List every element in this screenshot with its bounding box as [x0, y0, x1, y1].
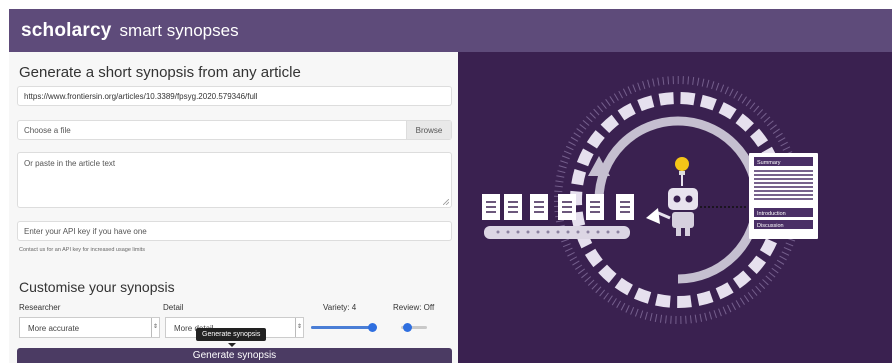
app-header: scholarcy smart synopses	[9, 9, 892, 52]
api-key-input[interactable]: Enter your API key if you have one	[17, 221, 452, 241]
resize-handle-icon[interactable]	[443, 199, 449, 205]
detail-label: Detail	[163, 303, 184, 312]
researcher-select[interactable]: More accurate ⇕	[19, 317, 160, 338]
document-icons	[482, 194, 634, 220]
researcher-chevron-icon[interactable]: ⇕	[151, 318, 159, 337]
synopsis-card: Summary Introduction Discussion	[749, 153, 818, 239]
tooltip-arrow	[228, 343, 236, 347]
card-summary-label: Summary	[757, 160, 781, 166]
file-placeholder: Choose a file	[24, 126, 71, 135]
variety-label: Variety: 4	[323, 303, 357, 312]
generate-tooltip: Generate synopsis	[196, 328, 267, 341]
variety-slider-fill	[311, 326, 373, 329]
detail-chevron-icon[interactable]: ⇕	[295, 318, 303, 337]
robot-icon	[646, 157, 698, 236]
review-slider-thumb[interactable]	[403, 323, 412, 332]
card-introduction-label: Introduction	[757, 211, 786, 217]
product-name: smart synopses	[119, 20, 239, 40]
brand-logo[interactable]: scholarcy	[21, 20, 112, 42]
customise-title: Customise your synopsis	[19, 279, 175, 295]
api-key-placeholder: Enter your API key if you have one	[24, 227, 147, 236]
card-discussion-label: Discussion	[757, 223, 784, 229]
browse-button[interactable]: Browse	[406, 121, 451, 139]
variety-slider-thumb[interactable]	[368, 323, 377, 332]
generate-synopsis-button[interactable]: Generate synopsis	[17, 348, 452, 363]
file-chooser[interactable]: Choose a file Browse	[17, 120, 452, 140]
illustration-panel: Summary Introduction Discussion	[458, 52, 892, 363]
researcher-value: More accurate	[28, 324, 80, 333]
lightbulb-icon	[675, 157, 689, 171]
api-key-note: Contact us for an API key for increased …	[19, 247, 145, 253]
researcher-label: Researcher	[19, 303, 61, 312]
form-panel: Generate a short synopsis from any artic…	[9, 52, 458, 363]
article-url-input[interactable]: https://www.frontiersin.org/articles/10.…	[17, 86, 452, 106]
synopsis-illustration: Summary Introduction Discussion	[482, 76, 818, 324]
article-text-placeholder: Or paste in the article text	[24, 159, 116, 168]
form-title: Generate a short synopsis from any artic…	[19, 64, 301, 81]
review-label: Review: Off	[393, 303, 435, 312]
article-text-area[interactable]: Or paste in the article text	[17, 152, 452, 208]
